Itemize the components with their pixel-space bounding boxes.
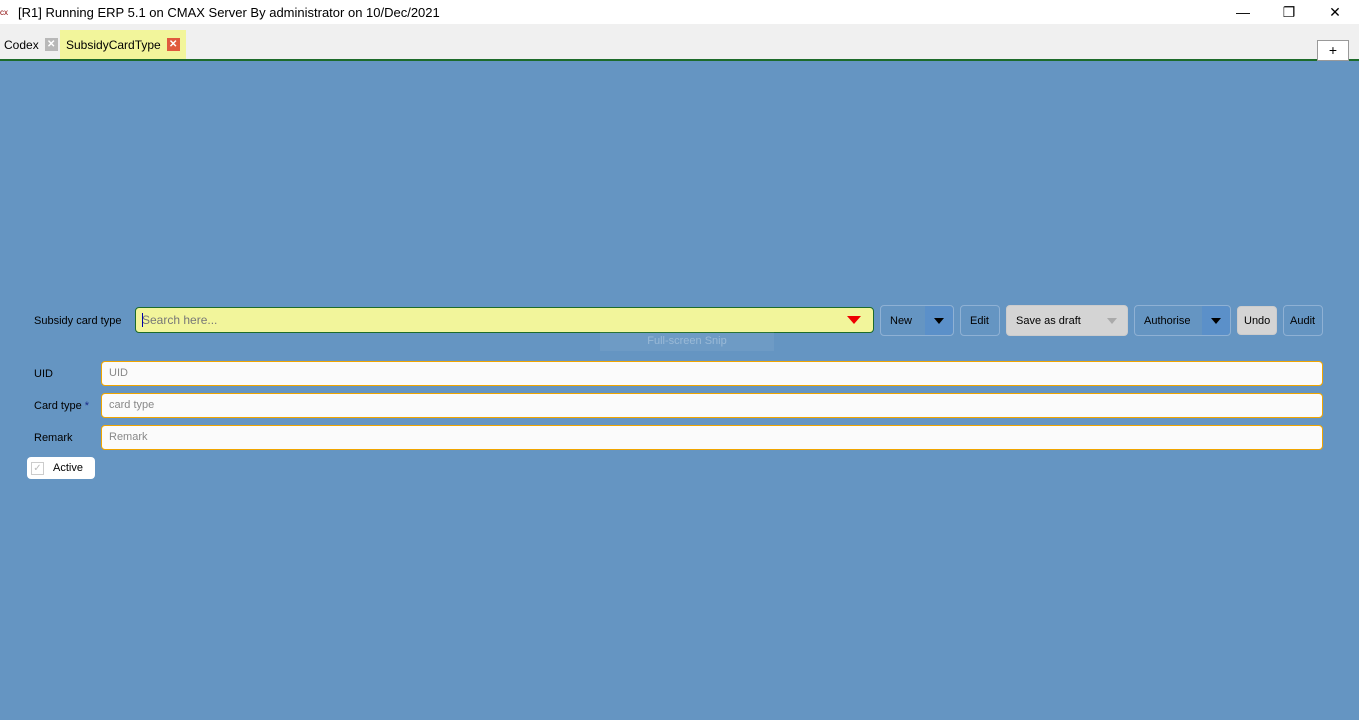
- card-type-label-text: Card type: [34, 400, 82, 412]
- chevron-down-icon: [1211, 317, 1221, 324]
- remark-label: Remark: [34, 432, 73, 444]
- tab-codex[interactable]: Codex ✕: [0, 30, 62, 59]
- dropdown-arrow-icon[interactable]: [847, 316, 861, 324]
- tab-subsidy-card-type[interactable]: SubsidyCardType ✕: [60, 30, 186, 59]
- authorise-dropdown[interactable]: [1202, 306, 1230, 335]
- search-placeholder: Search here...: [142, 313, 218, 327]
- uid-label: UID: [34, 368, 53, 380]
- checkmark-icon: ✓: [31, 461, 44, 475]
- card-type-label: Card type *: [34, 400, 89, 412]
- active-checkbox[interactable]: ✓ Active: [27, 457, 95, 479]
- tab-bar: Codex ✕ SubsidyCardType ✕ +: [0, 24, 1359, 61]
- edit-button[interactable]: Edit: [960, 305, 1000, 336]
- undo-button[interactable]: Undo: [1237, 306, 1277, 335]
- tab-label: SubsidyCardType: [66, 37, 161, 52]
- chevron-down-icon: [934, 317, 944, 324]
- search-input[interactable]: Search here...: [135, 307, 874, 333]
- text-caret: [142, 313, 143, 327]
- save-draft-label: Save as draft: [1016, 314, 1081, 327]
- authorise-label: Authorise: [1144, 314, 1191, 327]
- close-tab-icon[interactable]: ✕: [166, 38, 180, 51]
- remark-input[interactable]: Remark: [101, 425, 1323, 450]
- window-title: [R1] Running ERP 5.1 on CMAX Server By a…: [18, 4, 440, 20]
- save-as-draft-button[interactable]: Save as draft: [1006, 305, 1128, 336]
- add-tab-button[interactable]: +: [1317, 40, 1349, 61]
- required-marker: *: [84, 400, 90, 412]
- authorise-button[interactable]: Authorise: [1134, 305, 1231, 336]
- card-type-input[interactable]: card type: [101, 393, 1323, 418]
- title-bar: cx [R1] Running ERP 5.1 on CMAX Server B…: [0, 0, 1359, 24]
- chevron-down-icon: [1107, 318, 1117, 324]
- uid-input[interactable]: UID: [101, 361, 1323, 386]
- audit-button[interactable]: Audit: [1283, 305, 1323, 336]
- new-label: New: [890, 314, 913, 327]
- app-icon: cx: [0, 7, 8, 17]
- snip-overlay: Full-screen Snip: [600, 331, 774, 351]
- close-button[interactable]: ✕: [1312, 0, 1358, 24]
- subsidy-card-type-label: Subsidy card type: [34, 315, 122, 327]
- restore-button[interactable]: ❐: [1266, 0, 1312, 24]
- new-button[interactable]: New: [880, 305, 954, 336]
- tab-label: Codex: [4, 37, 39, 52]
- close-tab-icon[interactable]: ✕: [44, 38, 58, 51]
- minimize-button[interactable]: —: [1220, 0, 1266, 24]
- new-dropdown[interactable]: [925, 306, 953, 335]
- active-label: Active: [53, 462, 83, 474]
